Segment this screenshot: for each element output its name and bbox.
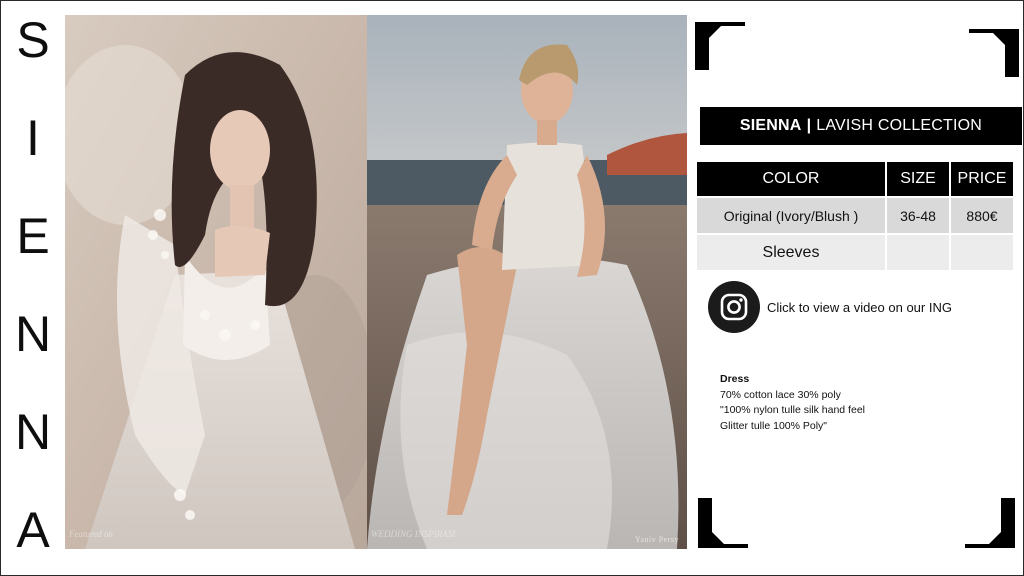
fabric-line: Glitter tulle 100% Poly" <box>720 419 828 432</box>
price-table: COLOR SIZE PRICE Original (Ivory/Blush )… <box>695 160 1015 272</box>
cell-size: 36-48 <box>887 198 949 233</box>
cell-color: Original (Ivory/Blush ) <box>697 198 885 233</box>
corner-bracket-top-left <box>695 22 745 72</box>
photo-watermark: Featured on <box>69 529 113 539</box>
cell-color: Sleeves <box>697 235 885 270</box>
cell-size <box>887 235 949 270</box>
brand-letter: N <box>14 404 52 460</box>
corner-bracket-bottom-right <box>965 498 1015 548</box>
dress-name: SIENNA <box>739 117 802 134</box>
header-size: SIZE <box>887 162 949 196</box>
brand-letter: N <box>14 306 52 362</box>
corner-bracket-bottom-left <box>698 498 748 548</box>
fabric-description: Dress 70% cotton lace 30% poly "100% nyl… <box>720 372 865 434</box>
product-slide: S I E N N A Featured on WEDDING INSPIRAS… <box>0 0 1024 576</box>
instagram-link-text[interactable]: Click to view a video on our ING <box>767 300 952 315</box>
brand-letter: E <box>16 208 50 264</box>
instagram-icon[interactable] <box>708 281 760 333</box>
collection-name: LAVISH COLLECTION <box>816 117 983 134</box>
vertical-brand-name: S I E N N A <box>1 1 65 575</box>
table-row: Original (Ivory/Blush ) 36-48 880€ <box>697 198 1013 233</box>
table-header-row: COLOR SIZE PRICE <box>697 162 1013 196</box>
header-color: COLOR <box>697 162 885 196</box>
collection-title-bar: SIENNA | LAVISH COLLECTION <box>700 107 1022 145</box>
photo-watermark: WEDDING INSPIRASI <box>371 529 456 539</box>
dress-photo-beach: WEDDING INSPIRASI Yaniv Persy <box>367 15 687 549</box>
header-price: PRICE <box>951 162 1013 196</box>
fabric-line: "100% nylon tulle silk hand feel <box>720 404 865 416</box>
title-separator: | <box>806 117 812 134</box>
table-row: Sleeves <box>697 235 1013 270</box>
instagram-video-link[interactable]: Click to view a video on our ING <box>708 281 952 333</box>
photographer-credit: Yaniv Persy <box>634 535 679 544</box>
dress-photo-front: Featured on <box>65 15 367 549</box>
brand-letter: S <box>16 12 50 68</box>
cell-price: 880€ <box>951 198 1013 233</box>
fabric-heading: Dress <box>720 373 750 385</box>
brand-letter: A <box>16 502 50 558</box>
corner-bracket-top-right <box>969 29 1019 79</box>
fabric-line: 70% cotton lace 30% poly <box>720 388 841 401</box>
brand-letter: I <box>26 110 40 166</box>
cell-price <box>951 235 1013 270</box>
